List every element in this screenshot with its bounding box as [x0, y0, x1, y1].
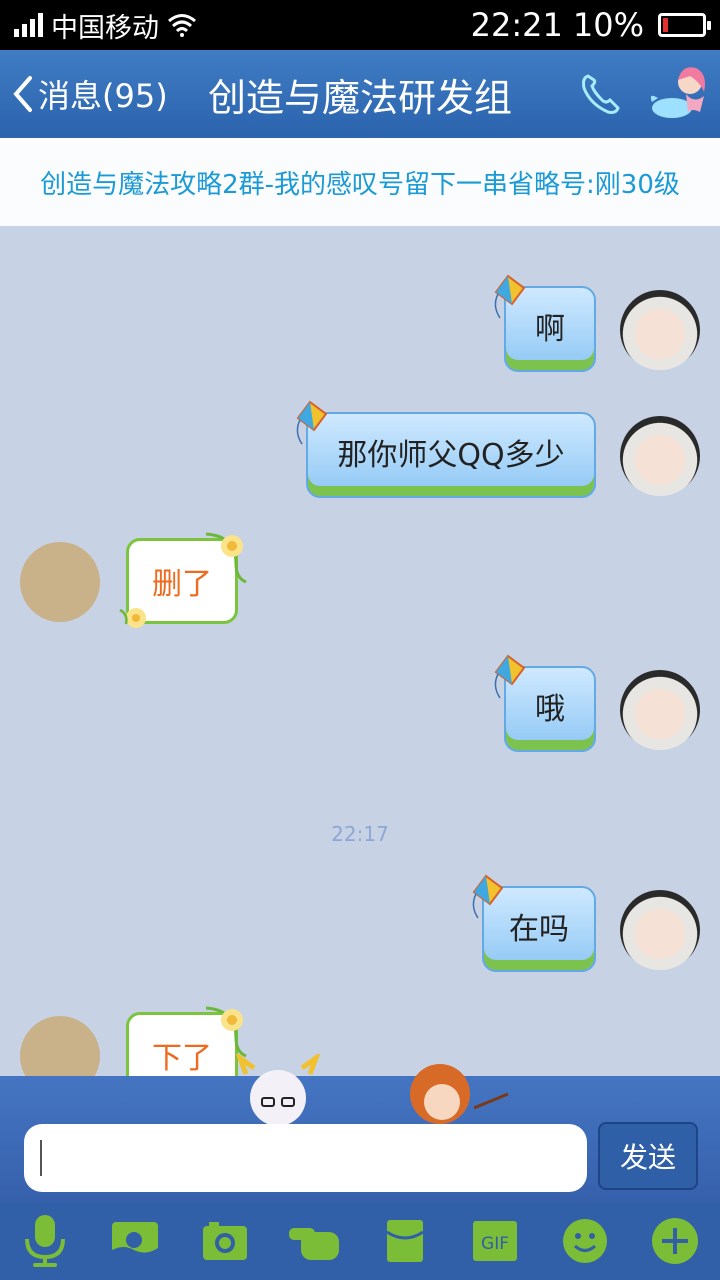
flower-vine-icon: [205, 532, 247, 584]
red-packet-icon: [386, 1220, 424, 1262]
status-bar: 中国移动 22:21 10%: [0, 0, 720, 50]
phone-icon[interactable]: [580, 72, 620, 116]
svg-text:GIF: GIF: [481, 1234, 509, 1254]
avatar-other[interactable]: [20, 542, 100, 622]
clock: 22:21: [470, 6, 563, 44]
chat-area[interactable]: 啊 那你师父QQ多少 删了 哦 22:17 在吗 下了: [0, 226, 720, 1098]
plus-button[interactable]: [643, 1209, 707, 1273]
poke-icon: [289, 1228, 339, 1260]
kite-icon: [296, 400, 328, 445]
boy-character-icon: [410, 1064, 509, 1124]
message-input[interactable]: [24, 1124, 587, 1192]
gif-icon: GIF: [473, 1221, 517, 1261]
message-text: 在吗: [509, 912, 569, 947]
camera-icon: [203, 1222, 247, 1260]
chevron-left-icon: [13, 76, 32, 112]
picture-icon: [112, 1222, 158, 1260]
text-caret: [40, 1140, 42, 1176]
title-bar: 创造与魔法研发组 消息(95): [0, 50, 720, 138]
poke-button[interactable]: [283, 1209, 347, 1273]
picture-button[interactable]: [103, 1209, 167, 1273]
message-text: 哦: [535, 692, 565, 727]
carrier-label: 中国移动: [51, 12, 159, 44]
status-right: 22:21 10%: [470, 0, 711, 50]
plus-icon: [652, 1218, 698, 1264]
group-announcement[interactable]: 创造与魔法攻略2群-我的感叹号留下一串省略号:刚30级: [0, 138, 720, 226]
kite-icon: [494, 654, 526, 699]
back-label: 消息(95): [38, 77, 168, 115]
dragon-character-icon: [236, 1054, 320, 1124]
kite-icon: [494, 274, 526, 319]
gif-button[interactable]: GIF: [463, 1209, 527, 1273]
avatar-self[interactable]: [620, 670, 700, 750]
avatar-self[interactable]: [620, 890, 700, 970]
avatar-self[interactable]: [620, 416, 700, 496]
announcement-text: 创造与魔法攻略2群-我的感叹号留下一串省略号:刚30级: [40, 169, 680, 200]
microphone-button[interactable]: [13, 1209, 77, 1273]
message-text: 啊: [535, 312, 565, 347]
message-text: 那你师父QQ多少: [337, 438, 565, 473]
camera-button[interactable]: [193, 1209, 257, 1273]
bottom-toolbar: GIF: [0, 1202, 720, 1280]
emoji-icon: [563, 1219, 607, 1263]
battery-icon: [658, 13, 711, 37]
signal-icon: [14, 13, 43, 37]
flower-icon: [119, 608, 146, 628]
microphone-icon: [25, 1215, 65, 1267]
emoji-button[interactable]: [553, 1209, 617, 1273]
message-timestamp: 22:17: [331, 822, 389, 846]
avatar-self[interactable]: [620, 290, 700, 370]
send-button[interactable]: 发送: [598, 1122, 698, 1190]
kite-icon: [472, 874, 504, 919]
status-left: 中国移动: [14, 0, 197, 50]
mermaid-group-icon[interactable]: [648, 62, 714, 128]
battery-percent: 10%: [572, 6, 644, 44]
chat-title-text: 创造与魔法研发组: [207, 75, 512, 120]
wifi-icon: [168, 14, 196, 37]
back-button[interactable]: 消息(95): [10, 50, 168, 138]
input-bar: 发送: [0, 1054, 720, 1202]
red-packet-button[interactable]: [373, 1209, 437, 1273]
flower-vine-icon: [205, 1006, 247, 1058]
message-bubble-self[interactable]: 那你师父QQ多少: [306, 412, 596, 498]
